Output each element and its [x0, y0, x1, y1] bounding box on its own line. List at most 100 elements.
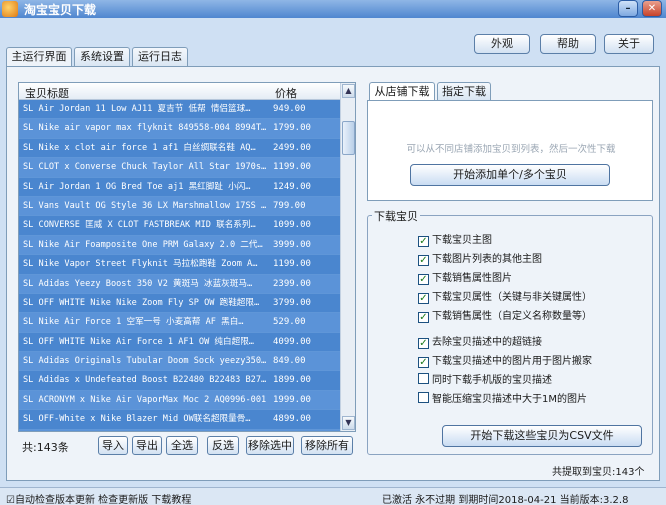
row-price: 1899.00 [273, 375, 311, 386]
add-items-button[interactable]: 开始添加单个/多个宝贝 [410, 164, 610, 186]
row-title: SL ACRONYM x Nike Air VaporMax Moc 2 AQ0… [23, 394, 267, 405]
table-row[interactable]: SL OFF WHITE Nike Air Force 1 AF1 OW 纯白超… [19, 332, 341, 353]
row-title: SL Vans Vault OG Style 36 LX Marshmallow… [23, 200, 267, 211]
invert-selection-button[interactable]: 反选 [207, 436, 239, 455]
table-row[interactable]: SL Adidas Originals Tubular Doom Sock ye… [19, 352, 341, 372]
tab-settings[interactable]: 系统设置 [74, 47, 130, 67]
row-price: 799.00 [273, 200, 306, 211]
checkbox-icon[interactable]: ✓ [418, 293, 429, 304]
option-checkbox[interactable]: ✓ 下载宝贝属性（关键与非关键属性） [418, 290, 592, 306]
status-right: 已激活 永不过期 到期时间2018-04-21 当前版本:3.2.8 [382, 495, 629, 505]
tab-log[interactable]: 运行日志 [132, 47, 188, 67]
row-title: SL Adidas x Undefeated Boost B22480 B224… [23, 375, 267, 386]
tab-store-download[interactable]: 从店铺下载 [369, 82, 435, 102]
checkbox-icon[interactable]: ✓ [418, 255, 429, 266]
row-price: 3799.00 [273, 297, 311, 308]
row-price: 949.00 [273, 104, 306, 114]
option-checkbox[interactable]: ✓ 下载宝贝描述中的图片用于图片搬家 [418, 354, 592, 370]
column-title[interactable]: 宝贝标题 [25, 85, 69, 101]
row-price: 1999.00 [273, 394, 311, 405]
table-row[interactable]: SL Nike Air Force 1 空军一号 小麦高帮 AF 黑白… 529.… [19, 313, 341, 333]
table-row[interactable]: SL Adidas Yeezy Boost 350 V2 黄斑马 冰蓝灰斑马… 2… [19, 274, 341, 294]
option-label: 同时下载手机版的宝贝描述 [432, 375, 552, 386]
row-title: SL Adidas Yeezy Boost 350 V2 黄斑马 冰蓝灰斑马… [23, 278, 253, 289]
checkbox-icon[interactable]: ✓ [418, 236, 429, 247]
window-title: 淘宝宝贝下载 [24, 3, 97, 17]
option-checkbox[interactable]: ✓ 下载宝贝主图 [418, 233, 492, 249]
row-price: 2499.00 [273, 142, 311, 153]
export-button[interactable]: 导出 [132, 436, 162, 455]
scroll-down-icon[interactable]: ▼ [342, 416, 355, 430]
table-row[interactable]: SL ACRONYM x Nike Air VaporMax Moc 2 AQ0… [19, 390, 341, 411]
table-row[interactable]: SL OFF-White x Nike Blazer Mid OW联名超限量骨…… [19, 410, 341, 430]
select-all-button[interactable]: 全选 [166, 436, 198, 455]
row-title: SL Air Jordan 11 Low AJ11 夏吉节 低帮 情侣篮球… [23, 104, 251, 114]
help-button[interactable]: 帮助 [540, 34, 596, 54]
export-csv-button[interactable]: 开始下载这些宝贝为CSV文件 [442, 425, 642, 447]
checkbox-icon[interactable]: ✓ [418, 312, 429, 323]
appearance-button[interactable]: 外观 [474, 34, 530, 54]
option-checkbox[interactable]: 同时下载手机版的宝贝描述 [418, 373, 552, 389]
row-title: SL Nike Air Force 1 空军一号 小麦高帮 AF 黑白… [23, 317, 244, 328]
row-price: 1799.00 [273, 123, 311, 134]
option-checkbox[interactable]: ✓ 下载销售属性图片 [418, 271, 512, 287]
row-title: SL CONVERSE 匡威 X CLOT FASTBREAK MID 联名系列… [23, 220, 256, 231]
list-body: SL Air Jordan 11 Low AJ11 夏吉节 低帮 情侣篮球… 94… [19, 100, 341, 431]
row-title: SL OFF-White x Nike Blazer Mid OW联名超限量骨… [23, 414, 251, 425]
list-scrollbar[interactable]: ▲ ▼ [340, 83, 355, 431]
close-icon[interactable]: ✕ [642, 0, 662, 17]
table-row[interactable]: SL Nike air vapor max flyknit 849558-004… [19, 119, 341, 139]
checkbox-icon[interactable] [418, 392, 429, 403]
column-price[interactable]: 价格 [275, 85, 297, 101]
option-label: 下载宝贝主图 [432, 235, 492, 246]
option-label: 下载图片列表的其他主图 [432, 254, 542, 265]
tab-main[interactable]: 主运行界面 [6, 47, 72, 68]
list-count: 共:143条 [22, 441, 69, 454]
table-row[interactable]: SL CONVERSE 匡威 X CLOT FASTBREAK MID 联名系列… [19, 216, 341, 236]
scroll-up-icon[interactable]: ▲ [342, 84, 355, 98]
row-title: SL Air Jordan 1 OG Bred Toe aj1 黑红脚趾 小闪… [23, 181, 251, 192]
table-row[interactable]: SL CLOT x Converse Chuck Taylor All Star… [19, 158, 341, 178]
row-price: 2399.00 [273, 278, 311, 289]
option-label: 下载宝贝属性（关键与非关键属性） [432, 292, 592, 303]
option-checkbox[interactable]: ✓ 下载销售属性（自定义名称数量等） [418, 309, 592, 325]
checkbox-icon[interactable] [418, 373, 429, 384]
option-label: 下载宝贝描述中的图片用于图片搬家 [432, 356, 592, 367]
table-row[interactable]: SL Nike Vapor Street Flyknit 马拉松跑鞋 Zoom … [19, 255, 341, 275]
status-left[interactable]: ☑自动检查版本更新 检查更新版 下载教程 [6, 491, 191, 505]
status-bar: ☑自动检查版本更新 检查更新版 下载教程 已激活 永不过期 到期时间2018-0… [0, 487, 666, 505]
option-label: 下载销售属性（自定义名称数量等） [432, 311, 592, 322]
row-title: SL Nike x clot air force 1 af1 白丝绸联名鞋 AQ… [23, 142, 256, 153]
item-list[interactable]: 宝贝标题 价格 SL Air Jordan 11 Low AJ11 夏吉节 低帮… [18, 82, 356, 432]
checkbox-icon[interactable]: ✓ [418, 274, 429, 285]
checkbox-icon[interactable]: ✓ [418, 338, 429, 349]
option-checkbox[interactable]: ✓ 下载图片列表的其他主图 [418, 252, 542, 268]
row-price: 529.00 [273, 317, 306, 328]
remove-all-button[interactable]: 移除所有 [301, 436, 353, 455]
table-row[interactable]: SL Nike Air Foamposite One PRM Galaxy 2.… [19, 235, 341, 256]
app-icon [2, 1, 18, 17]
row-title: SL Nike Vapor Street Flyknit 马拉松跑鞋 Zoom … [23, 259, 258, 270]
row-title: SL OFF WHITE Nike Air Force 1 AF1 OW 纯白超… [23, 336, 254, 347]
table-row[interactable]: SL Air Jordan 1 OG Bred Toe aj1 黑红脚趾 小闪…… [19, 177, 341, 197]
row-price: 4899.00 [273, 414, 311, 425]
table-row[interactable]: SL … [19, 429, 341, 431]
tab-specified-download[interactable]: 指定下载 [437, 82, 491, 101]
row-price: 1249.00 [273, 181, 311, 192]
remove-selected-button[interactable]: 移除选中 [246, 436, 294, 455]
option-checkbox[interactable]: 智能压缩宝贝描述中大于1M的图片 [418, 392, 587, 408]
row-title: SL CLOT x Converse Chuck Taylor All Star… [23, 162, 267, 173]
table-row[interactable]: SL OFF WHITE Nike Nike Zoom Fly SP OW 跑鞋… [19, 293, 341, 314]
option-label: 去除宝贝描述中的超链接 [432, 337, 542, 348]
about-button[interactable]: 关于 [604, 34, 654, 54]
table-row[interactable]: SL Air Jordan 11 Low AJ11 夏吉节 低帮 情侣篮球… 94… [19, 100, 341, 120]
option-checkbox[interactable]: ✓ 去除宝贝描述中的超链接 [418, 335, 542, 351]
table-row[interactable]: SL Vans Vault OG Style 36 LX Marshmallow… [19, 196, 341, 217]
checkbox-icon[interactable]: ✓ [418, 357, 429, 368]
minimize-icon[interactable]: – [618, 0, 638, 17]
scroll-thumb[interactable] [342, 121, 355, 155]
table-row[interactable]: SL Adidas x Undefeated Boost B22480 B224… [19, 371, 341, 391]
row-price: 3999.00 [273, 239, 311, 250]
import-button[interactable]: 导入 [98, 436, 128, 455]
table-row[interactable]: SL Nike x clot air force 1 af1 白丝绸联名鞋 AQ… [19, 138, 341, 159]
